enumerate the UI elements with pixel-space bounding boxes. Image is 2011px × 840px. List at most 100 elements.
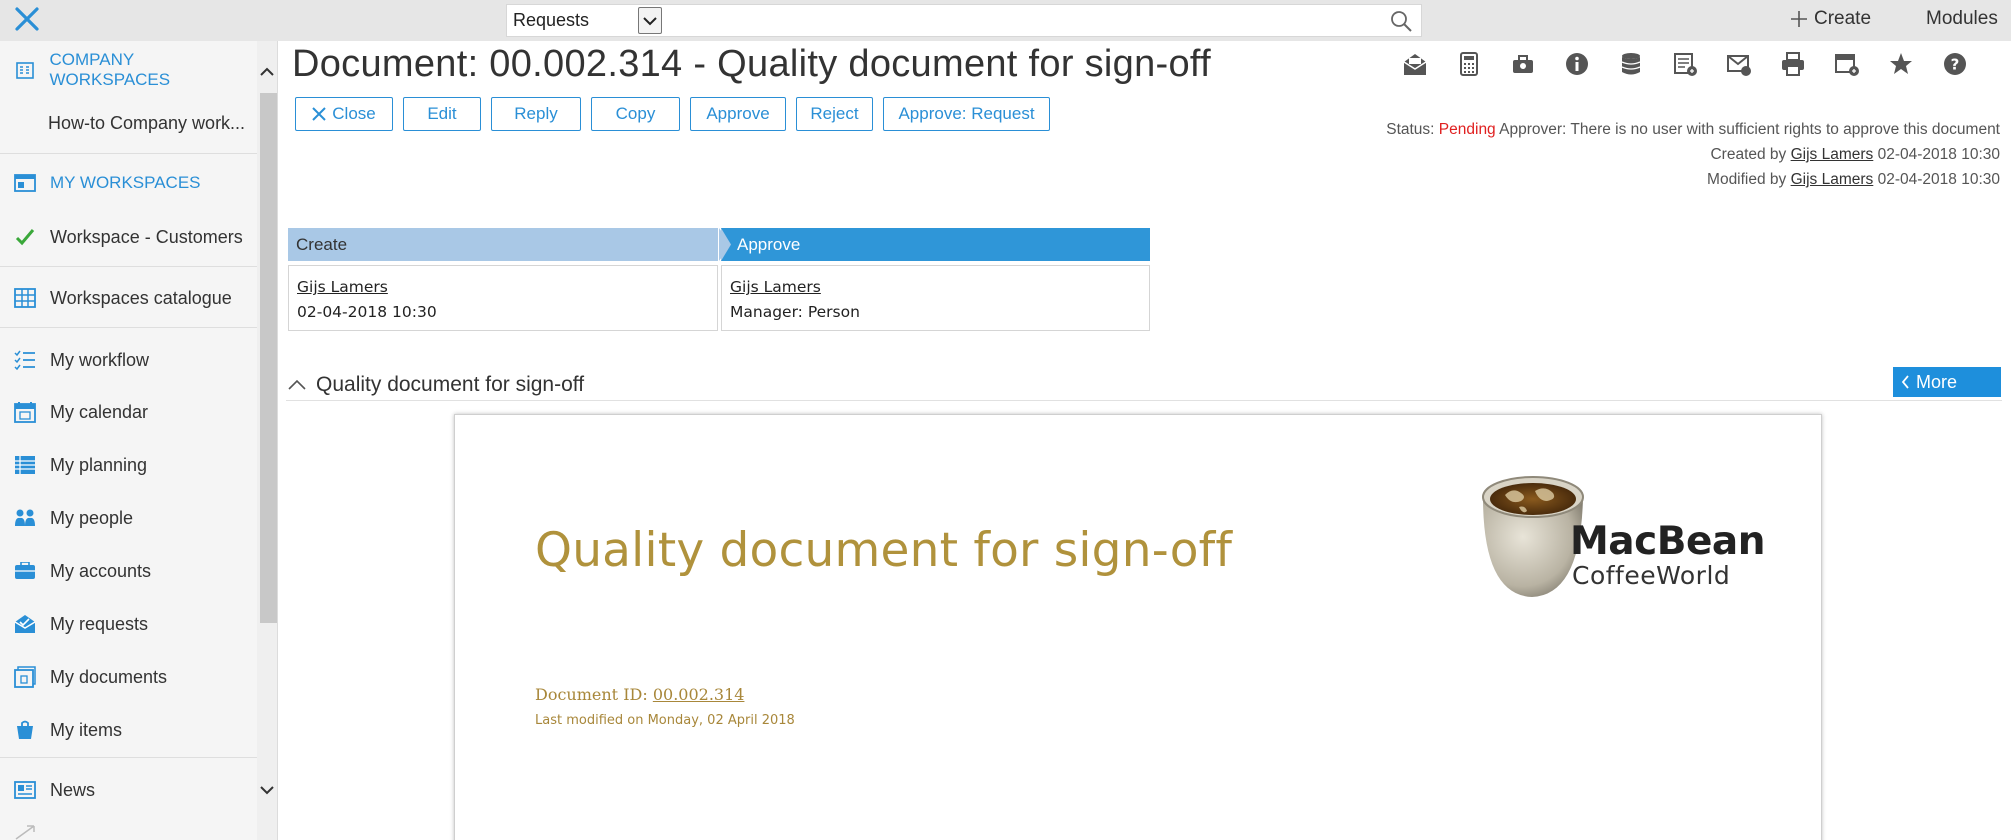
edit-button[interactable]: Edit [403,97,481,131]
sidebar-scrollbar[interactable] [257,41,277,840]
chevron-down-icon[interactable] [258,781,276,799]
sidebar-item-label: My items [50,719,122,740]
section-header[interactable]: Quality document for sign-off [288,373,584,397]
star-icon[interactable] [1888,51,1914,77]
workflow-user-link[interactable]: Gijs Lamers [297,275,709,300]
workflow-icon [13,348,37,372]
sidebar-item-my-calendar[interactable]: My calendar [0,392,255,432]
action-bar: Close Edit Reply Copy Approve Reject App… [295,97,1060,131]
workflow-cell-approve: Gijs Lamers Manager: Person [721,265,1150,331]
planning-icon [13,453,37,477]
status-block: Status: Pending Approver: There is no us… [1386,117,2000,192]
document-preview: Quality document for sign-off Document I… [454,414,1822,840]
create-label: Create [1814,8,1872,29]
sidebar-item-my-requests[interactable]: My requests [0,604,255,644]
create-button[interactable]: Create [1790,8,1871,30]
sidebar-item-label: Workspace - Customers [50,226,243,247]
approve-request-button[interactable]: Approve: Request [883,97,1050,131]
workflow-role: Manager: Person [730,303,860,321]
sidebar-item-my-people[interactable]: My people [0,498,255,538]
copy-button[interactable]: Copy [591,97,680,131]
reply-button[interactable]: Reply [491,97,581,131]
status-line: Status: Pending Approver: There is no us… [1386,117,2000,142]
logo-subtitle: CoffeeWorld [1572,561,1731,590]
news-icon [13,778,37,802]
mail-open-icon[interactable] [1402,51,1428,77]
sidebar-item-company-workspaces[interactable]: COMPANY WORKSPACES [0,50,255,90]
sidebar-item-howto[interactable]: How-to Company work... [0,103,255,143]
sidebar-item-label: My workflow [50,349,150,370]
search-icon[interactable] [1389,9,1413,33]
page-title: Document: 00.002.314 - Quality document … [292,43,1211,85]
sidebar-item-news[interactable]: News [0,770,255,810]
calendar-add-icon[interactable] [1834,51,1860,77]
created-user-link[interactable]: Gijs Lamers [1791,146,1874,163]
sidebar-item-my-accounts[interactable]: My accounts [0,551,255,591]
search-category-select[interactable]: Requests [507,5,662,36]
top-bar: Requests Create Modules [0,0,2011,41]
sidebar-item-my-planning[interactable]: My planning [0,445,255,485]
close-menu-icon[interactable] [12,4,42,34]
database-icon[interactable] [1618,51,1644,77]
modified-prefix: Modified by [1707,171,1787,188]
sidebar-item-my-documents[interactable]: My documents [0,657,255,697]
preview-docid: Document ID: 00.002.314 [535,685,744,704]
approve-button[interactable]: Approve [690,97,786,131]
workflow-user-link[interactable]: Gijs Lamers [730,275,1141,300]
sidebar-item-my-workflow[interactable]: My workflow [0,340,255,380]
status-badge: Pending [1438,121,1496,138]
workflow-step-approve: Approve [721,228,1150,261]
chevron-down-icon[interactable] [638,7,662,34]
sidebar-item-label: My requests [50,613,149,634]
mail-settings-icon[interactable] [1726,51,1752,77]
chevron-right-icon [721,228,731,261]
more-label: More [1916,371,1958,392]
requests-icon [13,612,37,636]
logo-name: MacBean [1570,519,1766,564]
help-icon[interactable]: ? [1942,51,1968,77]
sidebar-item-label: Workspaces catalogue [50,287,232,308]
chevron-up-icon[interactable] [288,379,306,391]
sidebar-item-my-workspaces[interactable]: MY WORKSPACES [0,163,255,203]
close-label: Close [332,104,376,123]
chevron-up-icon[interactable] [258,63,276,81]
print-icon[interactable] [1780,51,1806,77]
search-input[interactable] [667,5,1367,36]
preview-last-modified: Last modified on Monday, 02 April 2018 [535,713,795,728]
info-icon[interactable] [1564,51,1590,77]
building-icon [13,58,37,82]
sidebar-item-workspace-customers[interactable]: Workspace - Customers [0,217,255,257]
divider [286,400,2002,401]
sidebar-item-catalogue[interactable]: Workspaces catalogue [0,278,255,318]
modified-user-link[interactable]: Gijs Lamers [1791,171,1874,188]
workspace-icon [13,171,37,195]
divider [0,757,257,758]
sidebar-item-my-items[interactable]: My items [0,710,255,750]
documents-icon [13,665,37,689]
sidebar-item-label: My planning [50,454,148,475]
close-button[interactable]: Close [295,97,393,131]
resize-handle-icon[interactable] [14,825,36,840]
briefcase-clock-icon[interactable] [1510,51,1536,77]
divider [0,153,257,154]
toolbar-icons: ? [1402,51,1968,77]
main-content: Document: 00.002.314 - Quality document … [286,41,2011,840]
docid-link[interactable]: 00.002.314 [653,685,745,704]
people-icon [13,506,37,530]
report-icon[interactable] [1672,51,1698,77]
svg-text:?: ? [1951,56,1960,74]
checkmark-icon [13,225,37,249]
sidebar-item-label: My accounts [50,560,152,581]
calculator-icon[interactable] [1456,51,1482,77]
preview-title: Quality document for sign-off [535,523,1233,578]
plus-icon [1791,11,1807,27]
modified-line: Modified by Gijs Lamers 02-04-2018 10:30 [1386,167,2000,192]
more-button[interactable]: More [1893,367,2001,397]
modules-button[interactable]: Modules [1926,8,1998,30]
reject-button[interactable]: Reject [796,97,873,131]
scrollbar-thumb[interactable] [260,93,277,623]
sidebar-item-label: COMPANY WORKSPACES [49,50,171,89]
sidebar-item-label: News [50,779,96,800]
divider [0,266,257,267]
docid-label: Document ID: [535,685,648,704]
